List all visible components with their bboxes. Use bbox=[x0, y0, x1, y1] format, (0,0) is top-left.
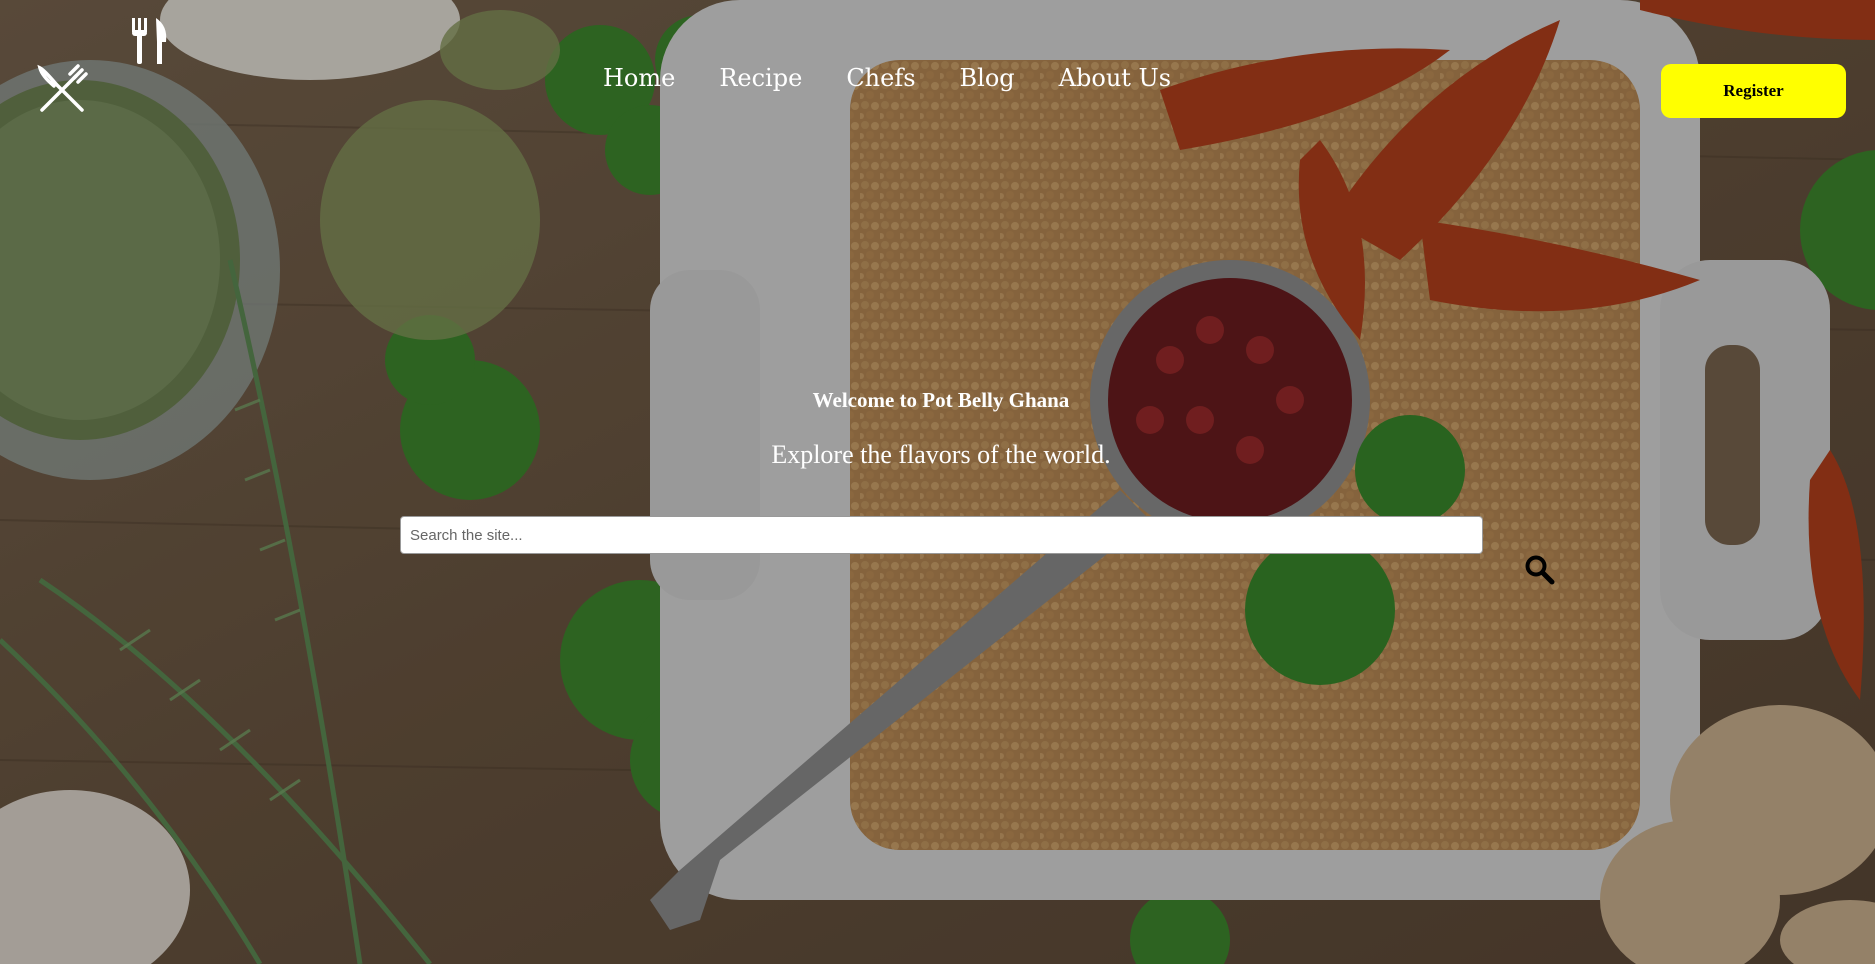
nav-item-about-us[interactable]: About Us bbox=[1059, 62, 1171, 94]
main-nav: Home Recipe Chefs Blog About Us bbox=[603, 62, 1171, 94]
hero-dark-overlay bbox=[0, 0, 1875, 964]
register-button[interactable]: Register bbox=[1661, 64, 1846, 118]
hero-tagline: Explore the flavors of the world. bbox=[771, 440, 1111, 469]
nav-item-recipe[interactable]: Recipe bbox=[719, 62, 802, 94]
nav-item-blog[interactable]: Blog bbox=[960, 62, 1015, 94]
fork-knife-icon bbox=[132, 18, 167, 64]
search-icon bbox=[1525, 555, 1555, 585]
search-input[interactable] bbox=[400, 516, 1483, 554]
search-button[interactable] bbox=[1523, 553, 1557, 587]
nav-item-chefs[interactable]: Chefs bbox=[846, 62, 915, 94]
nav-item-home[interactable]: Home bbox=[603, 62, 675, 94]
hero-section bbox=[0, 0, 1875, 964]
hero-welcome-heading: Welcome to Pot Belly Ghana bbox=[812, 388, 1070, 412]
crossed-fork-knife-icon[interactable] bbox=[36, 64, 88, 116]
